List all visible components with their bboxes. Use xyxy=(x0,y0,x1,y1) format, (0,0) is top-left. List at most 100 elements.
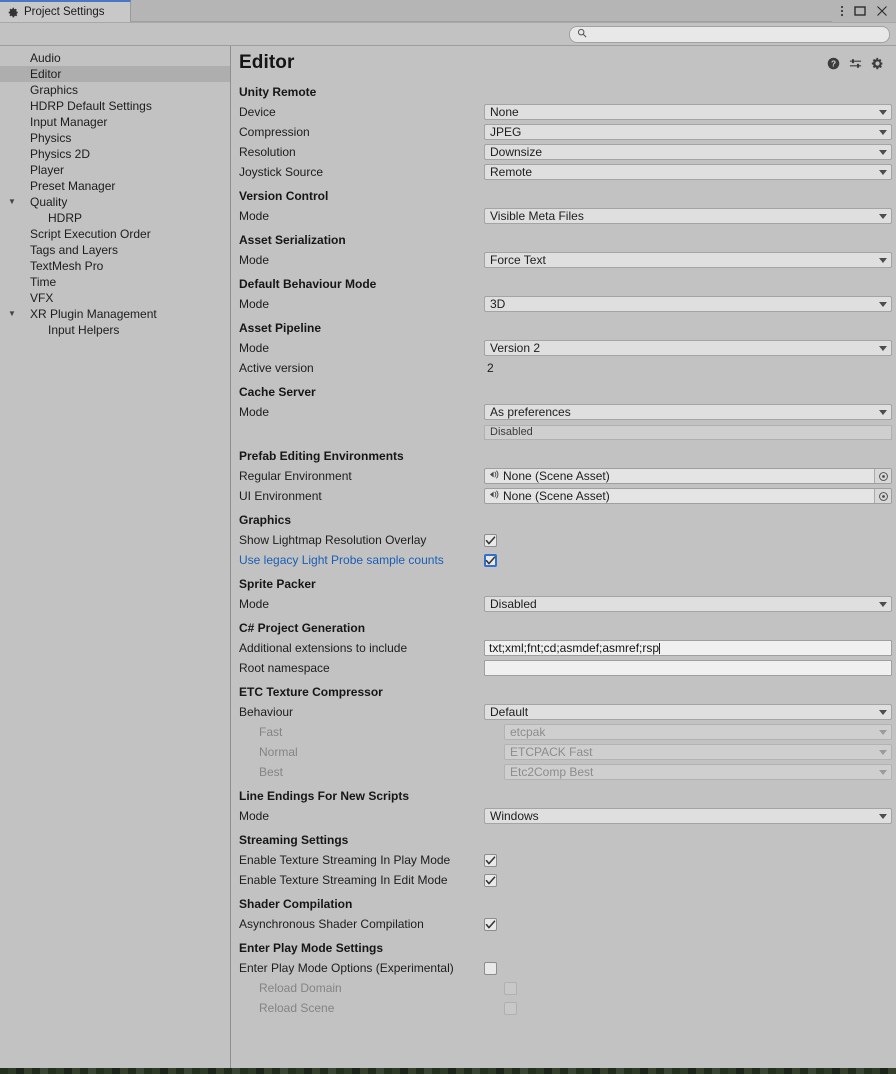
settings-row: Regular Environment None (Scene Asset) xyxy=(231,466,894,486)
strip-segment xyxy=(464,1068,472,1074)
settings-row: Fast etcpak xyxy=(231,722,894,742)
sidebar-item-xr-plugin-management[interactable]: ▼ XR Plugin Management xyxy=(0,306,230,322)
sidebar-item-editor[interactable]: Editor xyxy=(0,66,230,82)
settings-row: Enable Texture Streaming In Play Mode xyxy=(231,850,894,870)
section-title-shader-compilation: Shader Compilation xyxy=(239,897,353,911)
section-title-unity-remote: Unity Remote xyxy=(239,85,317,99)
dropdown-resolution[interactable]: Downsize xyxy=(484,144,892,160)
sidebar-item-graphics[interactable]: Graphics xyxy=(0,82,230,98)
sidebar-item-input-helpers[interactable]: Input Helpers xyxy=(0,322,230,338)
dropdown-best: Etc2Comp Best xyxy=(504,764,892,780)
checkbox-enable-texture-streaming-in-play-mode[interactable] xyxy=(484,853,497,867)
dropdown-joystick-source[interactable]: Remote xyxy=(484,164,892,180)
strip-segment xyxy=(760,1068,768,1074)
strip-segment xyxy=(456,1068,464,1074)
checkmark-icon xyxy=(485,555,496,566)
object-field-ui-environment[interactable]: None (Scene Asset) xyxy=(484,488,892,504)
sidebar-item-physics-2d[interactable]: Physics 2D xyxy=(0,146,230,162)
object-field-regular-environment[interactable]: None (Scene Asset) xyxy=(484,468,892,484)
dropdown-compression[interactable]: JPEG xyxy=(484,124,892,140)
strip-segment xyxy=(376,1068,384,1074)
dropdown-device[interactable]: None xyxy=(484,104,892,120)
sidebar-item-label: XR Plugin Management xyxy=(30,307,157,321)
chevron-down-icon[interactable]: ▼ xyxy=(6,310,18,318)
search-input[interactable] xyxy=(591,28,882,40)
dropdown-mode[interactable]: Force Text xyxy=(484,252,892,268)
kebab-menu-icon[interactable] xyxy=(840,4,844,18)
sidebar-item-physics[interactable]: Physics xyxy=(0,130,230,146)
search-box[interactable] xyxy=(569,25,890,43)
strip-segment xyxy=(264,1068,272,1074)
object-picker-icon[interactable] xyxy=(874,469,891,483)
row-label-fast: Fast xyxy=(259,725,283,739)
strip-segment xyxy=(640,1068,648,1074)
dropdown-behaviour[interactable]: Default xyxy=(484,704,892,720)
row-label-enable-texture-streaming-in-edit-mode: Enable Texture Streaming In Edit Mode xyxy=(239,873,448,887)
text-field-additional-extensions-to-include[interactable]: txt;xml;fnt;cd;asmdef;asmref;rsp xyxy=(484,640,892,656)
sidebar-item-vfx[interactable]: VFX xyxy=(0,290,230,306)
preset-icon[interactable] xyxy=(849,57,862,70)
help-icon[interactable]: ? xyxy=(827,57,840,70)
chevron-down-icon xyxy=(879,709,887,715)
window-controls xyxy=(832,0,896,22)
sidebar-item-label: Quality xyxy=(30,195,68,209)
sidebar-item-preset-manager[interactable]: Preset Manager xyxy=(0,178,230,194)
section-title-default-behaviour-mode: Default Behaviour Mode xyxy=(239,277,377,291)
text-field-root-namespace[interactable] xyxy=(484,660,892,676)
section-title-cache-server: Cache Server xyxy=(239,385,316,399)
title-bar-empty-space xyxy=(131,0,832,22)
strip-segment xyxy=(856,1068,864,1074)
sidebar-item-textmesh-pro[interactable]: TextMesh Pro xyxy=(0,258,230,274)
row-label-resolution: Resolution xyxy=(239,145,296,159)
section-title-etc-texture-compressor: ETC Texture Compressor xyxy=(239,685,383,699)
row-label-mode: Mode xyxy=(239,405,270,419)
dropdown-mode[interactable]: As preferences xyxy=(484,404,892,420)
dropdown-mode[interactable]: Version 2 xyxy=(484,340,892,356)
dropdown-value: Downsize xyxy=(490,145,543,159)
strip-segment xyxy=(40,1068,48,1074)
chevron-down-icon xyxy=(879,601,887,607)
strip-segment xyxy=(504,1068,512,1074)
dropdown-mode[interactable]: Disabled xyxy=(484,596,892,612)
sidebar-item-time[interactable]: Time xyxy=(0,274,230,290)
settings-gear-icon[interactable] xyxy=(871,57,884,70)
strip-segment xyxy=(840,1068,848,1074)
strip-segment xyxy=(160,1068,168,1074)
dropdown-mode[interactable]: Windows xyxy=(484,808,892,824)
row-label-best: Best xyxy=(259,765,284,779)
sidebar-item-hdrp-default-settings[interactable]: HDRP Default Settings xyxy=(0,98,230,114)
chevron-down-icon xyxy=(879,749,887,755)
chevron-down-icon[interactable]: ▼ xyxy=(6,198,18,206)
strip-segment xyxy=(808,1068,816,1074)
section-title-graphics: Graphics xyxy=(239,513,292,527)
strip-segment xyxy=(280,1068,288,1074)
sidebar-item-script-execution-order[interactable]: Script Execution Order xyxy=(0,226,230,242)
sidebar-item-label: HDRP Default Settings xyxy=(30,99,152,113)
checkbox-enter-play-mode-options-experimental[interactable] xyxy=(484,961,497,975)
maximize-icon[interactable] xyxy=(854,5,866,17)
strip-segment xyxy=(480,1068,488,1074)
close-icon[interactable] xyxy=(876,5,888,17)
checkbox-enable-texture-streaming-in-edit-mode[interactable] xyxy=(484,873,497,887)
strip-segment xyxy=(208,1068,216,1074)
row-label-use-legacy-light-probe-sample-counts[interactable]: Use legacy Light Probe sample counts xyxy=(239,553,484,567)
sidebar-item-audio[interactable]: Audio xyxy=(0,50,230,66)
strip-segment xyxy=(704,1068,712,1074)
strip-segment xyxy=(792,1068,800,1074)
sidebar-item-tags-and-layers[interactable]: Tags and Layers xyxy=(0,242,230,258)
dropdown-mode[interactable]: 3D xyxy=(484,296,892,312)
sidebar-item-hdrp[interactable]: HDRP xyxy=(0,210,230,226)
sidebar-item-input-manager[interactable]: Input Manager xyxy=(0,114,230,130)
checkbox-show-lightmap-resolution-overlay[interactable] xyxy=(484,533,497,547)
checkbox-reload-domain xyxy=(504,981,517,995)
tab-project-settings[interactable]: Project Settings xyxy=(0,0,131,22)
checkbox-reload-scene xyxy=(504,1001,517,1015)
sidebar-item-quality[interactable]: ▼ Quality xyxy=(0,194,230,210)
strip-segment xyxy=(552,1068,560,1074)
strip-segment xyxy=(832,1068,840,1074)
dropdown-mode[interactable]: Visible Meta Files xyxy=(484,208,892,224)
object-picker-icon[interactable] xyxy=(874,489,891,503)
checkbox-use-legacy-light-probe-sample-counts[interactable] xyxy=(484,553,497,567)
sidebar-item-player[interactable]: Player xyxy=(0,162,230,178)
checkbox-asynchronous-shader-compilation[interactable] xyxy=(484,917,497,931)
